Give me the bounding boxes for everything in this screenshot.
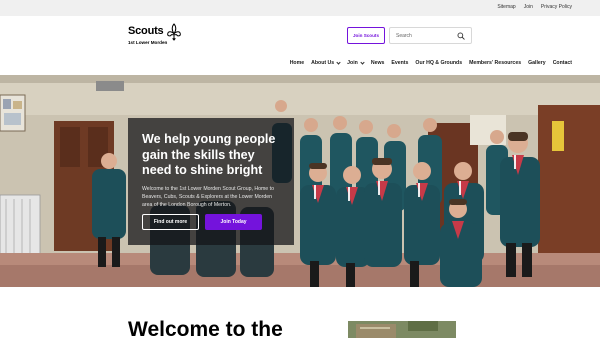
nav-item-members-resources[interactable]: Members' Resources [469, 60, 521, 66]
search-box [389, 27, 472, 44]
search-input[interactable] [396, 31, 456, 41]
nav-item-about-us[interactable]: About Us [311, 59, 341, 66]
nav-item-label: Home [289, 60, 305, 66]
nav-item-news[interactable]: News [371, 60, 385, 66]
utility-link-sitemap[interactable]: Sitemap [497, 4, 515, 10]
chevron-down-icon [336, 59, 341, 65]
nav-item-gallery[interactable]: Gallery [528, 60, 546, 66]
nav-item-label: Contact [552, 60, 572, 66]
site-logo[interactable]: Scouts 1st Lower Morden [128, 23, 188, 47]
nav-item-contact[interactable]: Contact [553, 60, 572, 66]
logo-group-name: 1st Lower Morden [128, 40, 168, 45]
nav-item-label: About Us [311, 60, 335, 66]
nav-item-join[interactable]: Join [347, 59, 365, 66]
hero-buttons: Find out more Join Today [142, 214, 262, 230]
join-today-button[interactable]: Join Today [205, 214, 262, 230]
nav-item-label: Members' Resources [469, 60, 522, 66]
site-header: Scouts 1st Lower Morden Join Scouts [0, 16, 600, 54]
nav-item-label: Gallery [528, 60, 546, 66]
utility-bar: Sitemap Join Privacy Policy [0, 0, 600, 16]
hero-text: Welcome to the 1st Lower Morden Scout Gr… [142, 185, 274, 209]
logo-wordmark: Scouts [128, 25, 164, 37]
nav-item-label: Events [391, 60, 409, 66]
utility-link-privacy-policy[interactable]: Privacy Policy [541, 4, 572, 10]
search-icon[interactable] [457, 32, 465, 40]
fleur-de-lis-icon [167, 23, 181, 41]
nav-item-label: Our HQ & Grounds [415, 60, 463, 66]
chevron-down-icon [360, 59, 365, 65]
hero-card: We help young people gain the skills the… [128, 118, 294, 245]
hero-group-photo [0, 75, 600, 287]
nav-item-label: News [370, 60, 385, 66]
nav-item-hq-grounds[interactable]: Our HQ & Grounds [415, 60, 462, 66]
welcome-photo [348, 321, 456, 338]
utility-link-join[interactable]: Join [524, 4, 533, 10]
welcome-photo-image [348, 321, 456, 338]
nav-item-events[interactable]: Events [391, 60, 408, 66]
find-out-more-button[interactable]: Find out more [142, 214, 199, 230]
nav-item-label: Join [347, 60, 358, 66]
join-scouts-button[interactable]: Join Scouts [347, 27, 385, 44]
utility-links: Sitemap Join Privacy Policy [497, 4, 572, 10]
main-nav: Home About Us Join News Events Our HQ & … [0, 54, 600, 75]
hero-banner: We help young people gain the skills the… [0, 75, 600, 287]
nav-item-home[interactable]: Home [290, 60, 304, 66]
welcome-heading: Welcome to the [128, 318, 283, 341]
hero-title: We help young people gain the skills the… [142, 132, 276, 177]
